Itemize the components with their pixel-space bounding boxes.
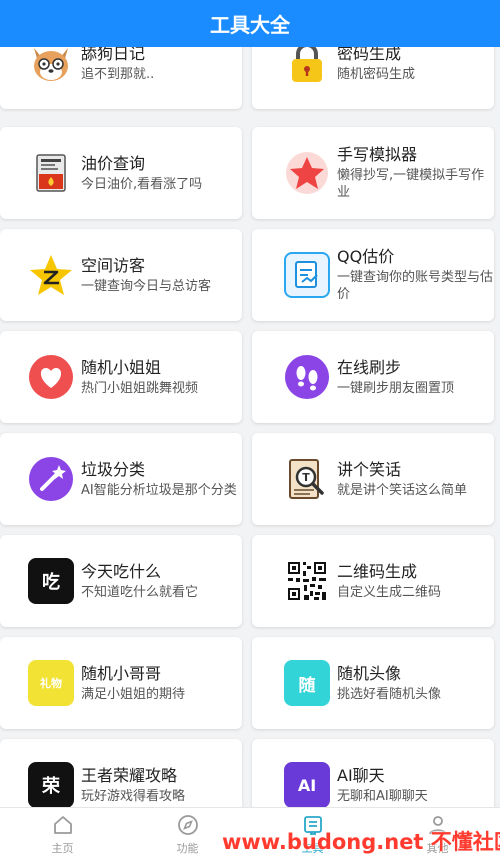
tool-card-step-boost[interactable]: 在线刷步 一键刷步朋友圈置顶 — [252, 331, 494, 423]
tool-desc: 满足小姐姐的期待 — [81, 686, 186, 702]
tool-title: QQ估价 — [337, 247, 395, 266]
tool-title: 油价查询 — [81, 153, 146, 173]
tool-card-garbage-sort[interactable]: 垃圾分类 AI智能分析垃圾是那个分类 — [0, 433, 242, 525]
tool-card-handwriting[interactable]: 手写模拟器 懒得抄写,一键模拟手写作业 — [252, 127, 494, 219]
heart-icon — [28, 354, 74, 400]
tool-card-joke[interactable]: T 讲个笑话 就是讲个笑话这么简单 — [252, 433, 494, 525]
site-watermark: www.budong.net 不懂社区 — [222, 830, 500, 854]
tool-title: 王者荣耀攻略 — [81, 765, 178, 785]
tool-title: 随机小哥哥 — [81, 663, 162, 683]
tool-card-random-avatar[interactable]: 随 随机头像 挑选好看随机头像 — [252, 637, 494, 729]
icon-glyph: 吃 — [42, 572, 60, 593]
tool-title: 手写模拟器 — [337, 145, 418, 164]
footprints-icon — [284, 354, 330, 400]
tool-title: 今天吃什么 — [81, 561, 162, 581]
star-badge-icon — [284, 150, 330, 196]
tool-desc: AI智能分析垃圾是那个分类 — [81, 482, 237, 498]
tool-card-qzone-visitors[interactable]: 空间访客 一键查询今日与总访客 — [0, 229, 242, 321]
tool-desc: 挑选好看随机头像 — [337, 686, 442, 702]
tool-desc: 今日油价,看看涨了吗 — [81, 176, 203, 192]
compass-icon — [175, 812, 201, 838]
tool-desc: 热门小姐姐跳舞视频 — [81, 380, 199, 396]
tool-title: 空间访客 — [81, 255, 146, 275]
qzone-star-icon — [28, 252, 74, 298]
dog-face-icon — [28, 47, 74, 86]
tool-title: 密码生成 — [337, 47, 402, 63]
tool-card-oil-price[interactable]: 油价查询 今日油价,看看涨了吗 — [0, 127, 242, 219]
tool-desc: 玩好游戏得看攻略 — [81, 788, 186, 804]
tool-card-random-guy[interactable]: 礼物 随机小哥哥 满足小姐姐的期待 — [0, 637, 242, 729]
tool-title: 垃圾分类 — [81, 459, 146, 479]
tool-card-ai-chat[interactable]: AI AI聊天 无聊和AI聊聊天 — [252, 739, 494, 807]
tool-title: 讲个笑话 — [337, 459, 402, 479]
home-icon — [50, 812, 76, 838]
padlock-icon — [284, 47, 330, 86]
tool-desc: 无聊和AI聊聊天 — [337, 788, 428, 804]
ai-chat-icon: AI — [284, 762, 330, 807]
icon-glyph: 礼物 — [40, 677, 62, 690]
tool-title: 随机头像 — [337, 663, 402, 683]
icon-glyph: 荣 — [42, 776, 60, 797]
tool-card-random-girl[interactable]: 随机小姐姐 热门小姐姐跳舞视频 — [0, 331, 242, 423]
document-chart-icon — [284, 252, 330, 298]
tool-desc: 不知道吃什么就看它 — [81, 584, 199, 600]
tool-card-honor-of-kings[interactable]: 荣 王者荣耀攻略 玩好游戏得看攻略 — [0, 739, 242, 807]
tool-desc: 追不到那就.. — [81, 66, 155, 82]
icon-glyph: 随 — [298, 675, 316, 696]
tool-title: 二维码生成 — [337, 561, 418, 581]
magic-wand-icon — [28, 456, 74, 502]
tool-title: 在线刷步 — [337, 357, 402, 377]
glory-char-icon: 荣 — [28, 762, 74, 807]
tool-desc: 自定义生成二维码 — [337, 584, 442, 600]
random-char-icon: 随 — [284, 660, 330, 706]
fuel-pump-icon — [28, 150, 74, 196]
tool-card-password[interactable]: 密码生成 随机密码生成 — [252, 47, 494, 109]
tool-desc: 就是讲个笑话这么简单 — [337, 482, 468, 498]
page-title: 工具大全 — [210, 13, 290, 37]
icon-glyph: AI — [297, 775, 317, 795]
eat-char-icon: 吃 — [28, 558, 74, 604]
tool-card-qq-valuation[interactable]: QQ估价 一键查询你的账号类型与估价 — [252, 229, 494, 321]
tool-card-dog-diary[interactable]: 舔狗日记 追不到那就.. — [0, 47, 242, 109]
tool-desc: 一键刷步朋友圈置顶 — [337, 380, 455, 396]
tool-title: 随机小姐姐 — [81, 357, 162, 377]
tab-label: 功能 — [176, 842, 199, 855]
tool-desc: 一键查询你的账号类型与估价 — [337, 270, 494, 302]
tool-card-what-to-eat[interactable]: 吃 今天吃什么 不知道吃什么就看它 — [0, 535, 242, 627]
tool-title: 舔狗日记 — [81, 47, 146, 63]
tool-desc: 随机密码生成 — [337, 66, 416, 82]
tool-desc: 一键查询今日与总访客 — [81, 278, 212, 294]
gift-tag-icon: 礼物 — [28, 660, 74, 706]
header-bar: 工具大全 — [0, 0, 500, 47]
book-search-icon: T — [284, 456, 330, 502]
tool-list[interactable]: 舔狗日记 追不到那就.. 密码生成 随机密码生成 油价查询 今日油价,看看涨了吗… — [0, 47, 500, 807]
tab-label: 主页 — [51, 842, 74, 855]
tool-card-qr-code[interactable]: 二维码生成 自定义生成二维码 — [252, 535, 494, 627]
qr-code-icon — [284, 558, 330, 604]
tool-title: AI聊天 — [337, 765, 385, 785]
svg-text:T: T — [302, 471, 310, 484]
tool-desc: 懒得抄写,一键模拟手写作业 — [337, 168, 485, 200]
tab-home[interactable]: 主页 — [0, 808, 125, 860]
